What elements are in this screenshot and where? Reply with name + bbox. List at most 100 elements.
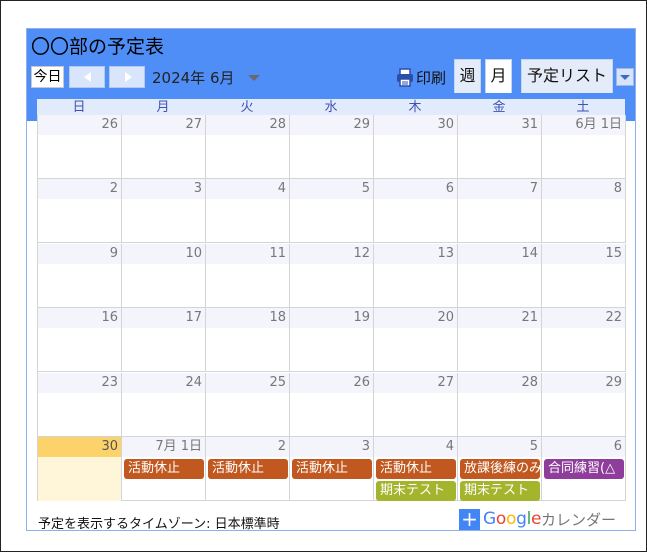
- day-number[interactable]: 23: [38, 373, 121, 393]
- day-number[interactable]: 6: [374, 179, 457, 199]
- day-number[interactable]: 13: [374, 244, 457, 264]
- day-number[interactable]: 4: [374, 437, 457, 457]
- day-number[interactable]: 25: [206, 373, 289, 393]
- day-cell[interactable]: 16: [38, 308, 122, 372]
- day-number[interactable]: 30: [38, 437, 121, 457]
- day-cell[interactable]: 22: [542, 308, 626, 372]
- tab-week[interactable]: 週: [454, 59, 481, 93]
- day-cell[interactable]: 26: [290, 373, 374, 437]
- day-number[interactable]: 27: [122, 115, 205, 135]
- day-cell[interactable]: 29: [542, 373, 626, 437]
- day-cell[interactable]: 7: [458, 179, 542, 243]
- day-cell[interactable]: 19: [290, 308, 374, 372]
- day-number[interactable]: 6月 1日: [542, 115, 625, 135]
- chevron-down-icon: [620, 75, 630, 80]
- day-number[interactable]: 9: [38, 244, 121, 264]
- day-cell[interactable]: 13: [374, 244, 458, 308]
- day-number[interactable]: 5: [290, 179, 373, 199]
- day-number[interactable]: 7月 1日: [122, 437, 205, 457]
- day-cell[interactable]: 21: [458, 308, 542, 372]
- day-cell[interactable]: 10: [122, 244, 206, 308]
- event-chip[interactable]: 活動休止: [124, 459, 204, 479]
- day-cell[interactable]: 26: [38, 115, 122, 179]
- day-number[interactable]: 3: [122, 179, 205, 199]
- day-number[interactable]: 14: [458, 244, 541, 264]
- day-number[interactable]: 28: [458, 373, 541, 393]
- print-label: 印刷: [416, 69, 447, 87]
- printer-icon: [397, 68, 413, 87]
- google-calendar-button[interactable]: + Google カレンダー: [459, 509, 625, 530]
- day-cell[interactable]: 5: [290, 179, 374, 243]
- day-number[interactable]: 11: [206, 244, 289, 264]
- day-cell[interactable]: 27: [374, 373, 458, 437]
- day-number[interactable]: 10: [122, 244, 205, 264]
- prev-month-button[interactable]: [69, 66, 105, 88]
- day-number[interactable]: 20: [374, 308, 457, 328]
- day-number[interactable]: 28: [206, 115, 289, 135]
- day-cell[interactable]: 15: [542, 244, 626, 308]
- day-number[interactable]: 7: [458, 179, 541, 199]
- day-cell[interactable]: 14: [458, 244, 542, 308]
- day-cell[interactable]: 31: [458, 115, 542, 179]
- day-number[interactable]: 6: [542, 437, 625, 457]
- day-cell[interactable]: 20: [374, 308, 458, 372]
- day-cell[interactable]: 28: [206, 115, 290, 179]
- day-number[interactable]: 8: [542, 179, 625, 199]
- day-cell[interactable]: 29: [290, 115, 374, 179]
- day-number[interactable]: 27: [374, 373, 457, 393]
- event-chip[interactable]: 放課後練のみ: [460, 459, 540, 479]
- day-cell[interactable]: 30: [374, 115, 458, 179]
- day-number[interactable]: 22: [542, 308, 625, 328]
- day-number[interactable]: 2: [38, 179, 121, 199]
- day-number[interactable]: 29: [290, 115, 373, 135]
- day-cell[interactable]: 2: [38, 179, 122, 243]
- event-chip[interactable]: 活動休止: [208, 459, 288, 479]
- day-number[interactable]: 3: [290, 437, 373, 457]
- tab-month[interactable]: 月: [485, 59, 512, 93]
- day-cell[interactable]: 30: [38, 437, 122, 501]
- day-cell[interactable]: 8: [542, 179, 626, 243]
- day-cell[interactable]: 28: [458, 373, 542, 437]
- tab-agenda[interactable]: 予定リスト: [521, 59, 613, 93]
- day-number[interactable]: 21: [458, 308, 541, 328]
- day-cell[interactable]: 17: [122, 308, 206, 372]
- day-number[interactable]: 26: [38, 115, 121, 135]
- day-number[interactable]: 26: [290, 373, 373, 393]
- day-number[interactable]: 12: [290, 244, 373, 264]
- chevron-down-icon[interactable]: [248, 75, 260, 81]
- day-cell[interactable]: 3: [122, 179, 206, 243]
- current-month-label[interactable]: 2024年 6月: [152, 67, 235, 88]
- day-number[interactable]: 2: [206, 437, 289, 457]
- today-button[interactable]: 今日: [31, 66, 64, 88]
- next-month-button[interactable]: [109, 66, 145, 88]
- event-chip[interactable]: 期末テスト: [376, 481, 456, 501]
- options-dropdown-button[interactable]: [616, 68, 634, 86]
- day-cell[interactable]: 9: [38, 244, 122, 308]
- day-cell[interactable]: 6: [374, 179, 458, 243]
- day-number[interactable]: 29: [542, 373, 625, 393]
- day-cell[interactable]: 4: [206, 179, 290, 243]
- event-chip[interactable]: 期末テスト: [460, 481, 540, 501]
- day-cell[interactable]: 18: [206, 308, 290, 372]
- day-number[interactable]: 17: [122, 308, 205, 328]
- event-chip[interactable]: 活動休止: [376, 459, 456, 479]
- day-cell[interactable]: 11: [206, 244, 290, 308]
- day-cell[interactable]: 27: [122, 115, 206, 179]
- day-number[interactable]: 19: [290, 308, 373, 328]
- day-number[interactable]: 15: [542, 244, 625, 264]
- day-number[interactable]: 24: [122, 373, 205, 393]
- day-cell[interactable]: 25: [206, 373, 290, 437]
- plus-icon: +: [459, 509, 480, 530]
- day-number[interactable]: 5: [458, 437, 541, 457]
- day-number[interactable]: 30: [374, 115, 457, 135]
- day-cell[interactable]: 24: [122, 373, 206, 437]
- event-chip[interactable]: 活動休止: [292, 459, 372, 479]
- day-number[interactable]: 18: [206, 308, 289, 328]
- day-number[interactable]: 16: [38, 308, 121, 328]
- day-number[interactable]: 4: [206, 179, 289, 199]
- day-cell[interactable]: 12: [290, 244, 374, 308]
- day-cell[interactable]: 6月 1日: [542, 115, 626, 179]
- event-chip[interactable]: 合同練習(△: [544, 459, 624, 479]
- day-number[interactable]: 31: [458, 115, 541, 135]
- day-cell[interactable]: 23: [38, 373, 122, 437]
